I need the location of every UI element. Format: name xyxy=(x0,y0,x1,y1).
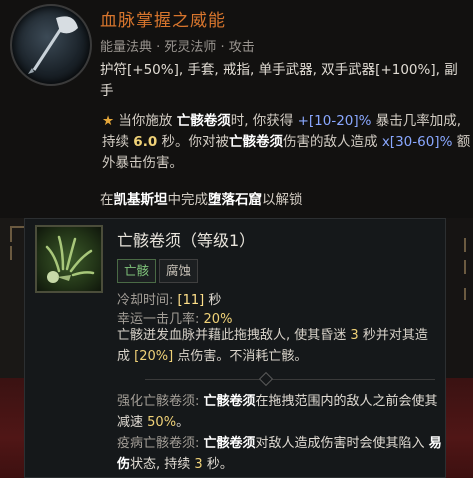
enhanced-modifier: 强化亡骸卷须: 亡骸卷须在拖拽范围内的敌人之前会使其减速 50%。 xyxy=(117,394,438,430)
aspect-slots: 护符[+50%], 手套, 戒指, 单手武器, 双手武器[+100%], 副手 xyxy=(100,62,458,99)
aspect-tooltip: 血脉掌握之威能 能量法典 · 死灵法师 · 攻击 护符[+50%], 手套, 戒… xyxy=(0,0,473,218)
star-icon: ★ xyxy=(102,113,115,129)
screen: 血脉掌握之威能 能量法典 · 死灵法师 · 攻击 护符[+50%], 手套, 戒… xyxy=(0,0,473,478)
divider-diamond-icon xyxy=(258,371,274,387)
tag-corpse: 亡骸 xyxy=(117,259,157,283)
slot-bracket xyxy=(10,226,24,242)
axe-icon xyxy=(10,4,92,86)
slot-bracket xyxy=(464,238,466,252)
aspect-title: 血脉掌握之威能 xyxy=(100,11,226,31)
aspect-subtitle: 能量法典 · 死灵法师 · 攻击 xyxy=(100,40,255,55)
slot-bracket xyxy=(464,288,466,300)
skill-tooltip: 亡骸卷须（等级1） 亡骸 腐蚀 冷却时间: [11] 秒 幸运一击几率: 20%… xyxy=(24,218,446,478)
slot-bracket xyxy=(464,260,466,274)
slot-bracket xyxy=(10,246,24,260)
aspect-description: ★ 当你施放 亡骸卷须时, 你获得 +[10-20]% 暴击几率加成, 持续 6… xyxy=(102,113,471,171)
skill-description: 亡骸迸发血脉并藉此拖拽敌人, 使其昏迷 3 秒并对其造成 [20%] 点伤害。不… xyxy=(117,328,428,364)
blighted-modifier: 疫病亡骸卷须: 亡骸卷须对敌人造成伤害时会使其陷入 易伤状态, 持续 3 秒。 xyxy=(117,436,442,472)
unlock-text: 在凯基斯坦中完成堕落石窟以解锁 xyxy=(100,192,303,208)
corpse-tendrils-icon xyxy=(35,225,103,293)
cooldown-stat: 冷却时间: [11] 秒 xyxy=(117,293,222,308)
tag-blight: 腐蚀 xyxy=(159,259,199,283)
divider xyxy=(145,379,435,380)
skill-title: 亡骸卷须（等级1） xyxy=(117,231,256,250)
